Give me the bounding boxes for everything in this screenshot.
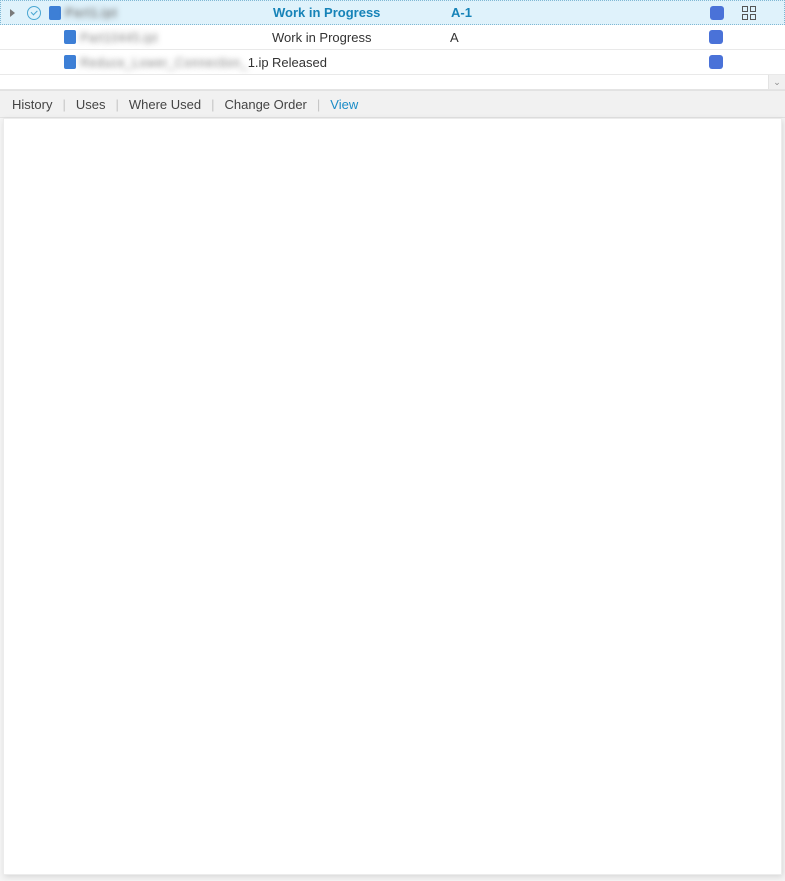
- table-row[interactable]: Part1.ipt Work in Progress A-1: [0, 0, 785, 25]
- check-circle-icon: [27, 6, 41, 20]
- status-square-icon: [710, 6, 724, 20]
- expand-caret-icon[interactable]: [10, 9, 15, 17]
- state-cell: Work in Progress: [268, 25, 446, 49]
- detail-view-panel: [3, 118, 782, 875]
- state-cell: Work in Progress: [269, 1, 447, 24]
- status-square-icon: [709, 30, 723, 44]
- tab-uses[interactable]: Uses: [72, 95, 110, 114]
- state-cell: Released: [268, 50, 446, 74]
- tab-view[interactable]: View: [326, 95, 362, 114]
- revision-cell: [446, 50, 700, 74]
- table-row[interactable]: Part10445.ipt Work in Progress A: [0, 25, 785, 50]
- tab-separator: |: [317, 97, 320, 112]
- tab-separator: |: [211, 97, 214, 112]
- file-icon: [64, 55, 76, 69]
- file-grid: Part1.ipt Work in Progress A-1: [0, 0, 785, 90]
- table-row[interactable]: Reduce_Lower_Connection_1.ipt Released: [0, 50, 785, 75]
- revision-cell: A: [446, 25, 700, 49]
- file-icon: [49, 6, 61, 20]
- tab-change-order[interactable]: Change Order: [221, 95, 311, 114]
- tab-separator: |: [115, 97, 118, 112]
- file-name: Part10445.ipt: [80, 30, 157, 45]
- file-name: Reduce_Lower_Connection_1.ipt: [80, 55, 268, 70]
- status-square-icon: [709, 55, 723, 69]
- grid-view-icon[interactable]: [733, 6, 765, 20]
- file-icon: [64, 30, 76, 44]
- tab-separator: |: [62, 97, 65, 112]
- revision-cell: A-1: [447, 1, 701, 24]
- detail-tabbar: History | Uses | Where Used | Change Ord…: [0, 90, 785, 118]
- tab-where-used[interactable]: Where Used: [125, 95, 205, 114]
- file-name: Part1.ipt: [65, 5, 117, 20]
- scroll-down-icon[interactable]: ⌄: [768, 75, 785, 89]
- tab-history[interactable]: History: [8, 95, 56, 114]
